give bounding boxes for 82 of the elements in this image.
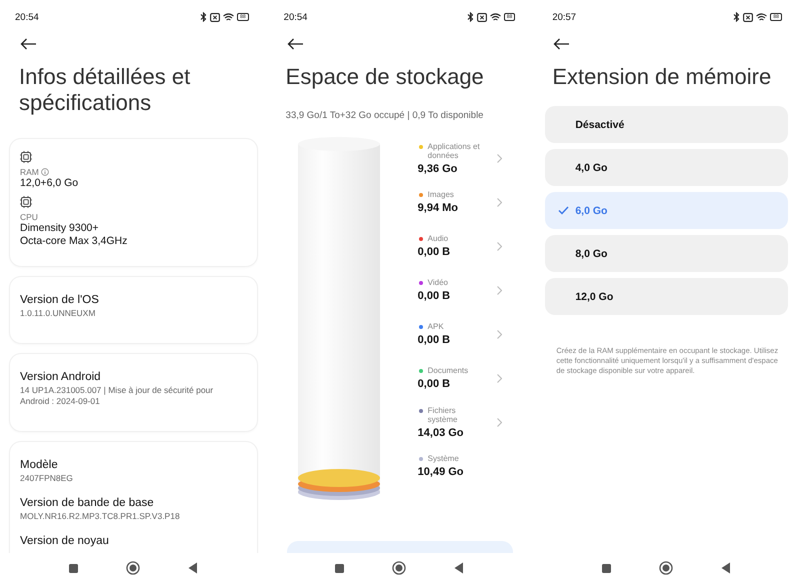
info-icon[interactable] — [40, 168, 49, 176]
back-arrow-icon[interactable] — [286, 38, 304, 50]
chevron-right-icon — [496, 330, 502, 338]
category-size: 0,00 B — [418, 334, 452, 346]
spec-value: Dimensity 9300+ — [20, 222, 100, 235]
category-size: 0,00 B — [418, 246, 452, 258]
wifi-icon — [756, 12, 768, 22]
category-size: 10,49 Go — [418, 466, 465, 478]
spec-label: RAM — [20, 167, 39, 177]
item-title: Version de bande de base — [20, 496, 155, 511]
category-name: APK — [428, 322, 445, 332]
category-name: Fichiers système — [428, 406, 458, 424]
chevron-right-icon — [496, 418, 502, 426]
sim-card-icon — [743, 12, 754, 22]
spec-value: 12,0+6,0 Go — [20, 177, 80, 190]
chevron-right-icon — [496, 198, 502, 206]
storage-category[interactable]: Vidéo 0,00 B — [418, 268, 502, 312]
storage-category[interactable]: Documents 0,00 B — [418, 356, 502, 400]
bluetooth-icon — [466, 12, 474, 22]
category-name: Vidéo — [428, 278, 449, 288]
storage-category[interactable]: Images 9,94 Mo — [418, 180, 502, 224]
back-button[interactable] — [188, 562, 198, 574]
storage-category[interactable]: Système 10,49 Go — [418, 444, 502, 488]
item-value: 14 UP1A.231005.007 | Mise à jour de sécurité pour Android : 2024-09-01 — [20, 385, 214, 407]
category-size: 9,36 Go — [418, 162, 458, 174]
storage-category[interactable]: APK 0,00 B — [418, 312, 502, 356]
bluetooth-icon — [200, 12, 208, 22]
category-size: 0,00 B — [418, 378, 452, 390]
spec-value: Octa-core Max 3,4GHz — [20, 235, 128, 248]
back-button[interactable] — [721, 562, 732, 574]
category-name: Applications et données — [428, 142, 481, 160]
memory-option[interactable]: 12,0 Go — [545, 278, 788, 315]
recents-button[interactable] — [602, 564, 612, 572]
category-name: Audio — [428, 234, 450, 244]
page-title: Extension de mémoire — [552, 64, 772, 90]
category-size: 14,03 Go — [418, 426, 465, 438]
memory-option[interactable]: 6,0 Go — [545, 192, 788, 229]
home-button[interactable] — [392, 561, 406, 575]
storage-category[interactable]: Fichiers système 14,03 Go — [418, 400, 502, 444]
chip-icon — [20, 151, 32, 163]
back-button[interactable] — [454, 562, 464, 574]
item-value: 1.0.11.0.UNNEUXM — [20, 308, 96, 319]
bluetooth-icon — [733, 12, 740, 22]
storage-category[interactable]: Applications et données 9,36 Go — [418, 136, 502, 180]
wifi-icon — [223, 12, 234, 22]
category-name: Documents — [428, 366, 470, 376]
category-size: 0,00 B — [418, 290, 452, 302]
storage-summary: 33,9 Go/1 To+32 Go occupé | 0,9 To disponible — [286, 110, 484, 121]
recents-button[interactable] — [68, 564, 78, 572]
home-button[interactable] — [126, 561, 140, 575]
item-title: Version de l'OS — [20, 293, 100, 308]
item-title: Modèle — [20, 458, 59, 473]
page-title: Infos détaillées et spécifications — [19, 64, 192, 116]
chevron-right-icon — [496, 242, 502, 250]
memory-option[interactable]: Désactivé — [545, 106, 788, 143]
recents-button[interactable] — [335, 564, 344, 572]
check-icon — [558, 206, 570, 215]
back-arrow-icon[interactable] — [553, 38, 570, 50]
chip-icon — [20, 196, 32, 208]
memory-option[interactable]: 8,0 Go — [545, 235, 788, 272]
chevron-right-icon — [496, 154, 502, 162]
memory-option[interactable]: 4,0 Go — [545, 149, 788, 186]
page-title: Espace de stockage — [286, 64, 485, 90]
sim-card-icon — [210, 12, 220, 22]
category-name: Système — [428, 454, 460, 464]
sim-card-icon — [476, 12, 487, 22]
status-time: 20:54 — [284, 12, 308, 22]
category-name: Images — [428, 190, 455, 200]
chevron-right-icon — [496, 374, 502, 382]
home-button[interactable] — [659, 561, 674, 575]
back-arrow-icon[interactable] — [20, 38, 37, 50]
wifi-icon — [490, 12, 501, 22]
spec-label: CPU — [20, 212, 38, 222]
status-time: 20:54 — [15, 12, 39, 22]
item-value: MOLY.NR16.R2.MP3.TC8.PR1.SP.V3.P18 — [20, 511, 181, 522]
status-time: 20:57 — [552, 12, 576, 22]
chevron-right-icon — [496, 286, 502, 294]
item-title: Version de noyau — [20, 534, 110, 549]
item-value: 2407FPN8EG — [20, 473, 74, 484]
storage-category[interactable]: Audio 0,00 B — [418, 224, 502, 268]
item-title: Version Android — [20, 370, 102, 385]
category-size: 9,94 Mo — [418, 202, 460, 214]
